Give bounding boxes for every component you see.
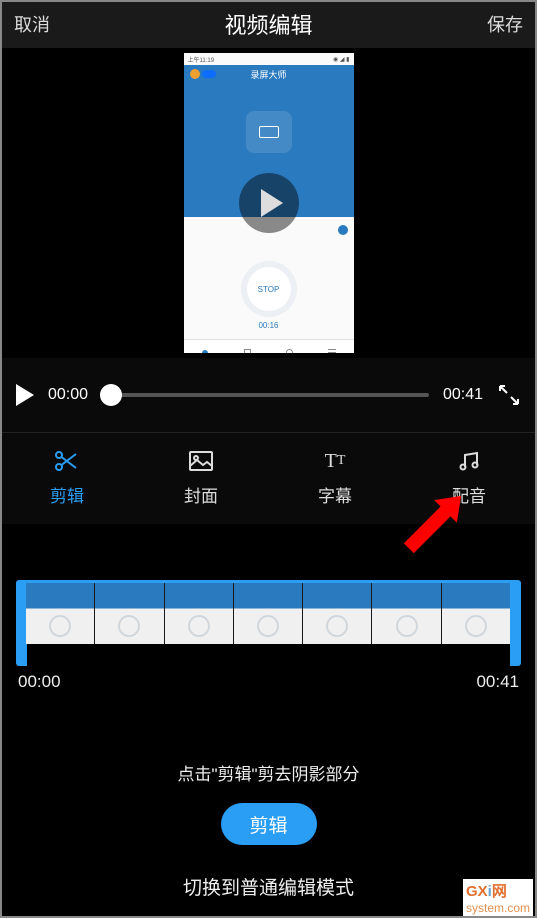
frame-thumb — [234, 583, 303, 644]
trim-handle-right[interactable] — [510, 580, 521, 666]
frame-thumb — [26, 583, 95, 644]
nav-menu-icon — [328, 349, 336, 353]
play-button[interactable] — [16, 384, 34, 406]
tab-trim[interactable]: 剪辑 — [0, 433, 134, 524]
phone-nav-bar — [184, 339, 354, 353]
progress-slider[interactable] — [102, 393, 429, 397]
stop-button-mock: STOP — [247, 267, 291, 311]
phone-status-bar: 上午11:19 ◉ ◢ ▮ — [184, 53, 354, 65]
fullscreen-button[interactable] — [497, 383, 521, 407]
tab-cover[interactable]: 封面 — [134, 433, 268, 524]
phone-status-icons: ◉ ◢ ▮ — [333, 56, 350, 63]
tab-trim-label: 剪辑 — [50, 482, 84, 507]
text-icon: TT — [322, 450, 348, 472]
avatar-icon — [190, 69, 200, 79]
phone-rec-time: 00:16 — [258, 321, 278, 330]
timeline-area: 00:00 00:41 — [0, 524, 537, 724]
header-bar: 取消 视频编辑 保存 — [0, 0, 537, 48]
tab-subtitle[interactable]: TT 字幕 — [268, 433, 402, 524]
record-button-mock — [246, 111, 292, 153]
scissors-icon — [54, 450, 80, 472]
phone-status-time: 上午11:19 — [188, 55, 215, 64]
switch-mode-link[interactable]: 切换到普通编辑模式 — [0, 873, 537, 900]
vip-badge — [202, 70, 216, 78]
timeline-frames — [26, 583, 511, 644]
nav-dot-icon — [202, 350, 208, 354]
frame-thumb — [95, 583, 164, 644]
phone-app-bottom: STOP 00:16 — [184, 217, 354, 353]
phone-app-title: 录屏大师 — [250, 68, 286, 81]
slider-thumb[interactable] — [100, 384, 122, 406]
frame-thumb — [442, 583, 511, 644]
page-title: 视频编辑 — [224, 8, 312, 40]
watermark: GXi网 system.com — [463, 879, 533, 916]
frame-thumb — [165, 583, 234, 644]
tab-subtitle-label: 字幕 — [318, 482, 352, 507]
play-overlay-button[interactable] — [239, 173, 299, 233]
image-icon — [188, 450, 214, 472]
tab-cover-label: 封面 — [184, 482, 218, 507]
player-controls: 00:00 00:41 — [0, 358, 537, 432]
video-preview: 上午11:19 ◉ ◢ ▮ 录屏大师 STOP 00:16 — [0, 48, 537, 358]
frame-thumb — [303, 583, 372, 644]
hint-text: 点击"剪辑"剪去阴影部分 — [0, 760, 537, 785]
music-icon — [456, 450, 482, 472]
save-button[interactable]: 保存 — [487, 11, 523, 37]
current-time: 00:00 — [48, 386, 88, 404]
nav-circle-icon — [286, 349, 293, 353]
indicator-dot — [338, 225, 348, 235]
timeline-track[interactable] — [26, 580, 511, 644]
timeline-end: 00:41 — [476, 672, 519, 692]
frame-thumb — [372, 583, 441, 644]
timeline-labels: 00:00 00:41 — [18, 672, 519, 692]
cancel-button[interactable]: 取消 — [14, 11, 50, 37]
timeline-start: 00:00 — [18, 672, 61, 692]
duration-time: 00:41 — [443, 386, 483, 404]
nav-square-icon — [244, 349, 251, 353]
phone-title-bar: 录屏大师 — [184, 65, 354, 83]
trim-button[interactable]: 剪辑 — [221, 803, 317, 845]
